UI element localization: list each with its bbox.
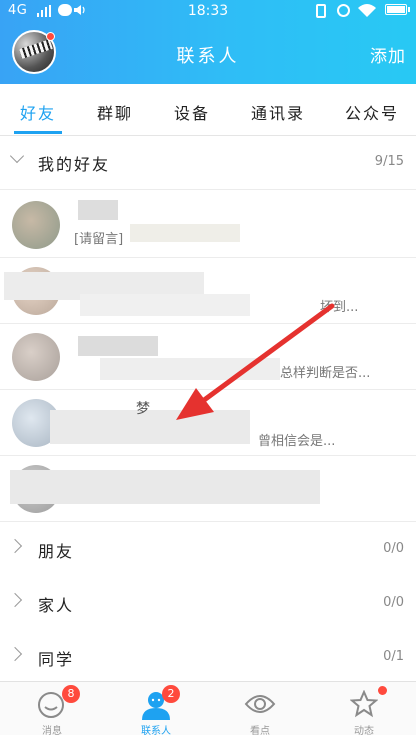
nav-contacts[interactable]: 2 联系人: [104, 682, 208, 735]
group-name: 我的好友: [38, 155, 111, 174]
status-bar: 4G 18:33: [0, 0, 416, 22]
chevron-right-icon: [7, 538, 23, 554]
blurred-name: [78, 336, 158, 356]
group-family[interactable]: 家人 0/0: [0, 578, 416, 630]
group-friends[interactable]: 朋友 0/0: [0, 524, 416, 576]
friend-signature: [请留言]: [74, 232, 124, 247]
nav-feeds[interactable]: 动态: [312, 682, 416, 735]
contacts-tabs: 好友 群聊 设备 通讯录 公众号: [0, 84, 416, 136]
top-header: 4G 18:33 联系人 添加: [0, 0, 416, 84]
active-tab-indicator: [14, 131, 62, 134]
friend-signature: 坏到...: [320, 300, 359, 315]
blurred-name: [50, 410, 250, 444]
status-time: 18:33: [187, 3, 229, 19]
feeds-dot: [378, 686, 387, 695]
avatar-notification-dot: [46, 32, 55, 41]
group-name: 同学: [38, 650, 75, 669]
bottom-nav: 8 消息 2 联系人 看点 动态: [0, 681, 416, 735]
blurred-name: [10, 470, 320, 504]
group-my-friends[interactable]: 我的好友 9/15: [0, 137, 416, 189]
wifi-icon: [358, 4, 376, 17]
group-count: 9/15: [374, 154, 404, 169]
eye-icon: [244, 695, 276, 713]
star-icon: [350, 690, 378, 718]
tab-groups[interactable]: 群聊: [97, 100, 133, 124]
tab-address-book[interactable]: 通讯录: [251, 100, 305, 124]
friend-signature: 曾相信会是...: [258, 434, 336, 449]
blurred-text: [80, 294, 250, 316]
nav-messages[interactable]: 8 消息: [0, 682, 104, 735]
contacts-badge: 2: [162, 685, 180, 703]
friend-row[interactable]: 梦 曾相信会是...: [0, 390, 416, 456]
friend-avatar: [12, 333, 60, 381]
group-classmates[interactable]: 同学 0/1: [0, 632, 416, 684]
alarm-icon: [337, 4, 350, 17]
chevron-right-icon: [7, 592, 23, 608]
page-title: 联系人: [176, 46, 240, 67]
friend-row[interactable]: [请留言]: [0, 192, 416, 258]
friend-row[interactable]: 总样判断是否...: [0, 324, 416, 390]
messages-badge: 8: [62, 685, 80, 703]
blurred-text: [100, 358, 280, 380]
tab-friends[interactable]: 好友: [20, 100, 56, 124]
group-count: 0/0: [383, 541, 404, 556]
friend-row[interactable]: [0, 456, 416, 522]
chevron-down-icon: [9, 148, 25, 164]
friend-row[interactable]: 坏到...: [0, 258, 416, 324]
group-name: 家人: [38, 596, 75, 615]
tab-devices[interactable]: 设备: [174, 100, 210, 124]
nav-discover[interactable]: 看点: [208, 682, 312, 735]
chevron-right-icon: [7, 646, 23, 662]
add-button[interactable]: 添加: [370, 42, 406, 67]
nav-label: 动态: [354, 726, 374, 735]
group-name: 朋友: [38, 542, 75, 561]
blurred-name: [78, 200, 118, 220]
friend-name-fragment: 梦: [136, 401, 150, 417]
nav-label: 联系人: [141, 726, 171, 735]
group-count: 0/1: [383, 649, 404, 664]
tab-official-accounts[interactable]: 公众号: [345, 100, 399, 124]
blurred-text: [130, 224, 240, 242]
group-count: 0/0: [383, 595, 404, 610]
nav-label: 看点: [250, 726, 270, 735]
nav-label: 消息: [42, 726, 62, 735]
friend-avatar: [12, 201, 60, 249]
vibrate-icon: [316, 4, 326, 18]
battery-icon: [385, 4, 410, 15]
divider: [0, 189, 416, 190]
friend-signature: 总样判断是否...: [280, 366, 371, 381]
